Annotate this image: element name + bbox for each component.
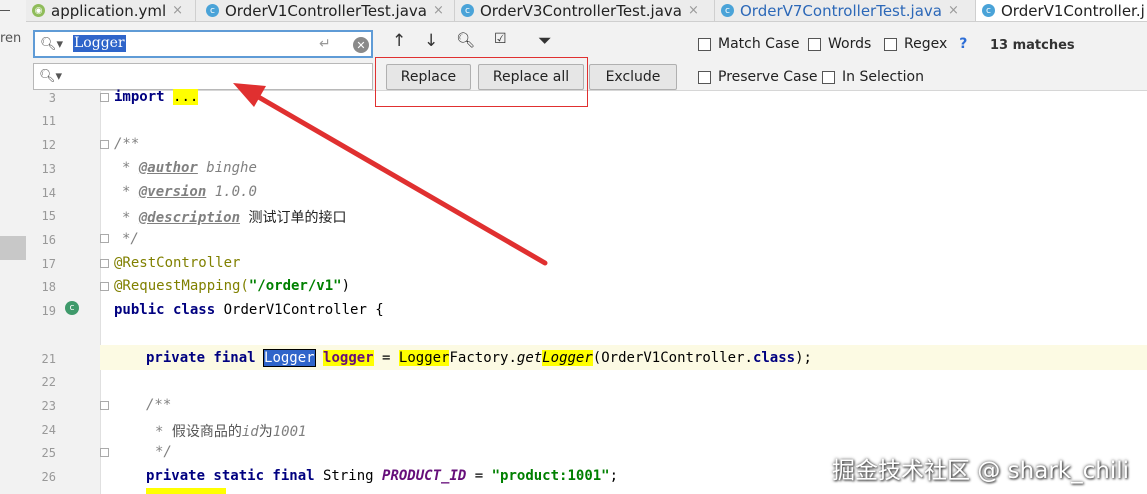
red-annotation-arrow [233, 83, 548, 266]
watermark: 掘金技术社区 @ shark_chili [832, 458, 1129, 484]
